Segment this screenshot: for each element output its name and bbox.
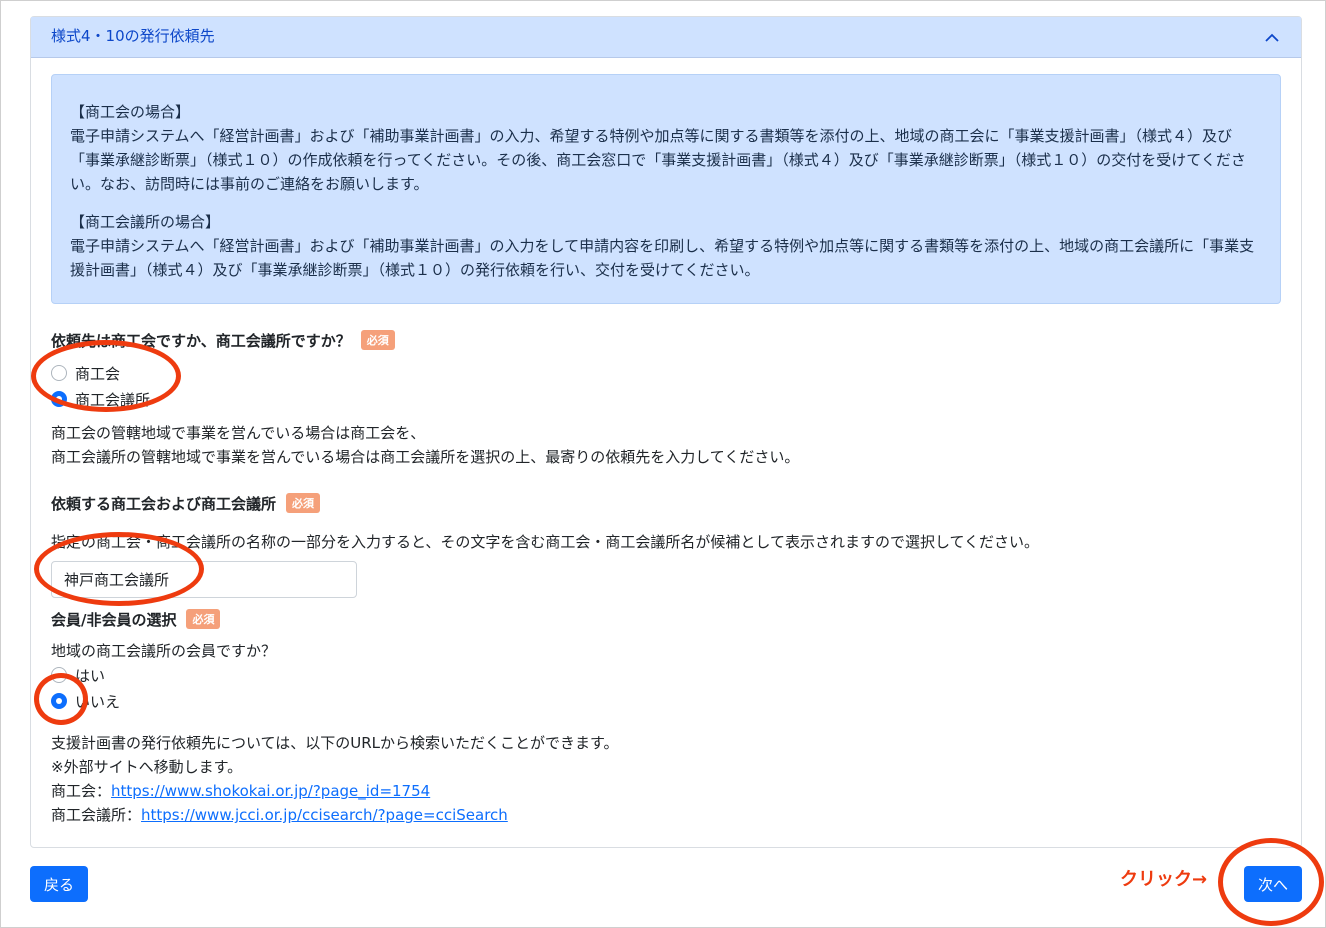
- info-cci-heading: 【商工会議所の場合】: [70, 213, 221, 231]
- annotation-circle-next: [1218, 838, 1324, 926]
- info-alert: 【商工会の場合】 電子申請システムへ「経営計画書」および「補助事業計画書」の入力…: [51, 74, 1281, 304]
- q2-label: 依頼する商工会および商工会議所 必須: [51, 493, 321, 514]
- annotation-callout: クリック→: [1120, 869, 1208, 890]
- chevron-up-icon[interactable]: [1265, 31, 1279, 45]
- accordion-title: 様式4・10の発行依頼先: [51, 27, 215, 45]
- cci-link-row: 商工会議所：https://www.jcci.or.jp/ccisearch/?…: [51, 803, 619, 827]
- cci-link[interactable]: https://www.jcci.or.jp/ccisearch/?page=c…: [141, 806, 508, 824]
- shokokai-prefix: 商工会：: [51, 782, 112, 800]
- required-badge: 必須: [286, 493, 321, 513]
- accordion-header[interactable]: 様式4・10の発行依頼先: [31, 17, 1301, 58]
- shokokai-link-row: 商工会：https://www.shokokai.or.jp/?page_id=…: [51, 779, 619, 803]
- back-button[interactable]: 戻る: [30, 866, 88, 902]
- annotation-circle-input: [34, 532, 204, 606]
- cci-prefix: 商工会議所：: [51, 806, 142, 824]
- required-badge: 必須: [186, 609, 221, 629]
- required-badge: 必須: [360, 330, 395, 350]
- annotation-circle-q3: [34, 673, 88, 725]
- q3-label-text: 会員/非会員の選択: [51, 611, 177, 629]
- shokokai-link[interactable]: https://www.shokokai.or.jp/?page_id=1754: [111, 782, 430, 800]
- info-shokokai-heading: 【商工会の場合】: [70, 103, 191, 121]
- q2-help: 指定の商工会・商工会議所の名称の一部分を入力すると、その文字を含む商工会・商工会…: [51, 533, 1040, 551]
- q3-question: 地域の商工会議所の会員ですか？: [51, 642, 277, 660]
- links-note: ※外部サイトへ移動します。: [51, 758, 243, 776]
- q1-help-line1: 商工会の管轄地域で事業を営んでいる場合は商工会を、: [51, 424, 426, 442]
- q3-label: 会員/非会員の選択 必須: [51, 609, 221, 630]
- links-intro: 支援計画書の発行依頼先については、以下のURLから検索いただくことができます。: [51, 734, 619, 752]
- q1-help: 商工会の管轄地域で事業を営んでいる場合は商工会を、 商工会議所の管轄地域で事業を…: [51, 421, 799, 469]
- info-shokokai-text: 電子申請システムへ「経営計画書」および「補助事業計画書」の入力、希望する特例や加…: [70, 127, 1246, 193]
- q2-label-text: 依頼する商工会および商工会議所: [51, 495, 277, 513]
- annotation-circle-q1: [31, 340, 181, 412]
- info-cci-text: 電子申請システムへ「経営計画書」および「補助事業計画書」の入力をして申請内容を印…: [70, 237, 1255, 279]
- q1-help-line2: 商工会議所の管轄地域で事業を営んでいる場合は商工会議所を選択の上、最寄りの依頼先…: [51, 448, 800, 466]
- links-section: 支援計画書の発行依頼先については、以下のURLから検索いただくことができます。 …: [51, 731, 619, 827]
